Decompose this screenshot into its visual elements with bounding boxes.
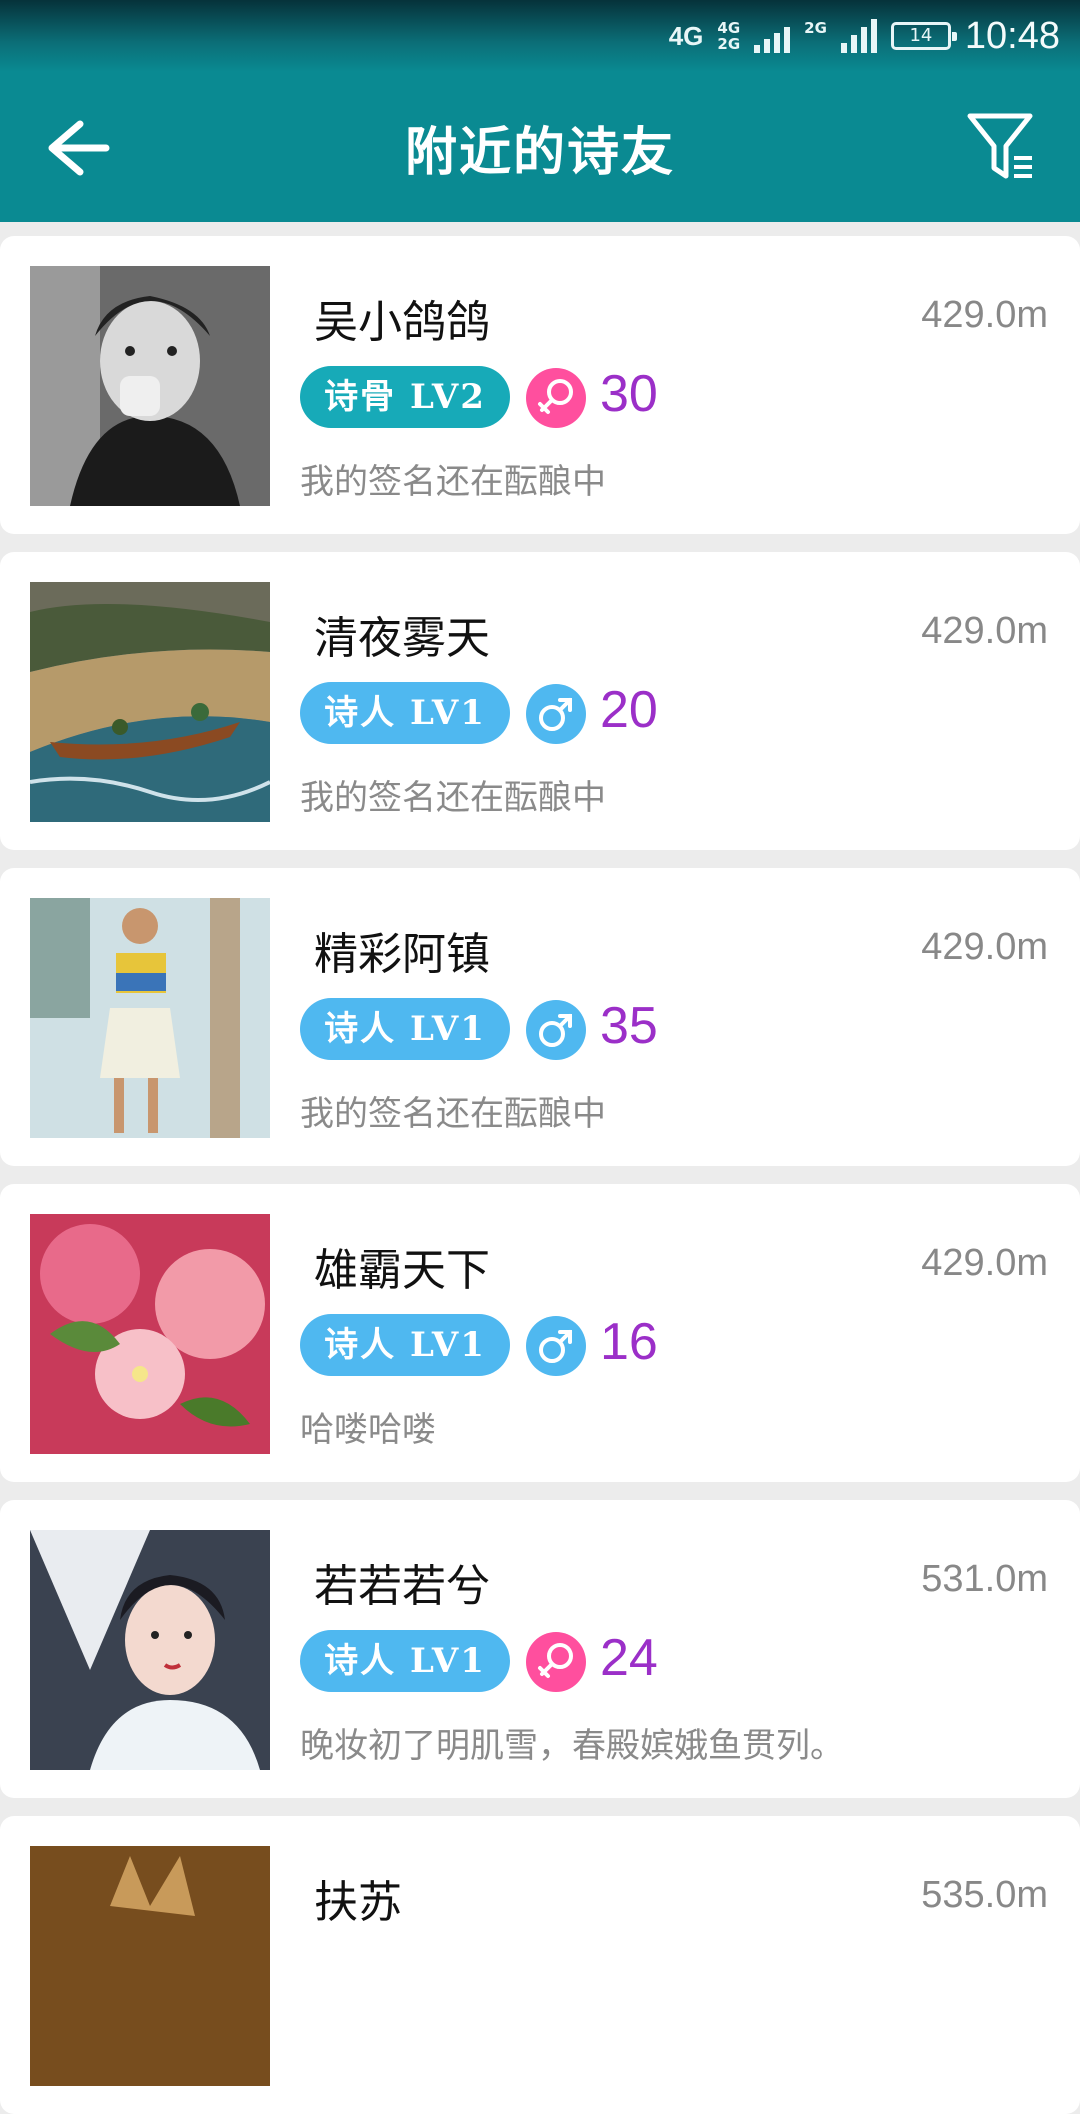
age-label: 24 <box>600 1629 658 1687</box>
filter-icon <box>967 113 1033 179</box>
signature-text: 我的签名还在酝酿中 <box>300 778 606 818</box>
level-badge: 诗骨 LV2 <box>300 366 510 428</box>
age-label: 16 <box>600 1313 658 1371</box>
level-badge: 诗人 LV1 <box>300 1630 510 1692</box>
distance-label: 531.0m <box>921 1558 1048 1600</box>
signature-text: 我的签名还在酝酿中 <box>300 462 606 502</box>
status-bar: 4G 4G 2G 2G 14 10:48 <box>0 0 1080 72</box>
user-card[interactable]: 精彩阿镇 429.0m 诗人 LV1 35 我的签名还在酝酿中 <box>0 868 1080 1166</box>
level-badge: 诗人 LV1 <box>300 998 510 1060</box>
age-label: 35 <box>600 997 658 1055</box>
distance-label: 535.0m <box>921 1874 1048 1916</box>
female-icon <box>526 368 586 428</box>
avatar[interactable] <box>30 266 270 506</box>
user-card[interactable]: 清夜雾天 429.0m 诗人 LV1 20 我的签名还在酝酿中 <box>0 552 1080 850</box>
user-name: 若若若兮 <box>314 1561 490 1612</box>
user-card[interactable]: 吴小鸽鸽 429.0m 诗骨 LV2 30 我的签名还在酝酿中 <box>0 236 1080 534</box>
filter-button[interactable] <box>964 110 1040 186</box>
avatar[interactable] <box>30 582 270 822</box>
distance-label: 429.0m <box>921 610 1048 652</box>
distance-label: 429.0m <box>921 1242 1048 1284</box>
age-label: 20 <box>600 681 658 739</box>
signal-2-icon <box>840 19 877 53</box>
user-card[interactable]: 若若若兮 531.0m 诗人 LV1 24 晚妆初了明肌雪，春殿嫔娥鱼贯列。 <box>0 1500 1080 1798</box>
distance-label: 429.0m <box>921 926 1048 968</box>
user-name: 吴小鸽鸽 <box>314 297 490 348</box>
signature-text: 哈喽哈喽 <box>300 1410 436 1450</box>
avatar[interactable] <box>30 1214 270 1454</box>
level-badge: 诗人 LV1 <box>300 682 510 744</box>
avatar[interactable] <box>30 898 270 1138</box>
user-name: 清夜雾天 <box>314 613 490 664</box>
signature-text: 我的签名还在酝酿中 <box>300 1094 606 1134</box>
network-2g-label: 2G <box>804 19 827 37</box>
male-icon <box>526 1316 586 1376</box>
male-icon <box>526 1000 586 1060</box>
clock: 10:48 <box>964 14 1060 57</box>
user-name: 雄霸天下 <box>314 1245 490 1296</box>
female-icon <box>526 1632 586 1692</box>
level-badge: 诗人 LV1 <box>300 1314 510 1376</box>
signal-1-icon <box>754 19 791 53</box>
page-title: 附近的诗友 <box>404 123 675 183</box>
male-icon <box>526 684 586 744</box>
user-name: 扶苏 <box>314 1877 402 1928</box>
avatar[interactable] <box>30 1530 270 1770</box>
user-name: 精彩阿镇 <box>314 929 490 980</box>
distance-label: 429.0m <box>921 294 1048 336</box>
user-card[interactable]: 雄霸天下 429.0m 诗人 LV1 16 哈喽哈喽 <box>0 1184 1080 1482</box>
avatar[interactable] <box>30 1846 270 2086</box>
app-bar: 附近的诗友 <box>0 72 1080 222</box>
age-label: 30 <box>600 365 658 423</box>
network-dual-label: 4G 2G <box>717 19 741 53</box>
network-4g-label: 4G <box>668 20 704 51</box>
battery-icon: 14 <box>890 22 957 50</box>
signature-text: 晚妆初了明肌雪，春殿嫔娥鱼贯列。 <box>300 1726 844 1766</box>
user-card[interactable]: 扶苏 535.0m <box>0 1816 1080 2114</box>
